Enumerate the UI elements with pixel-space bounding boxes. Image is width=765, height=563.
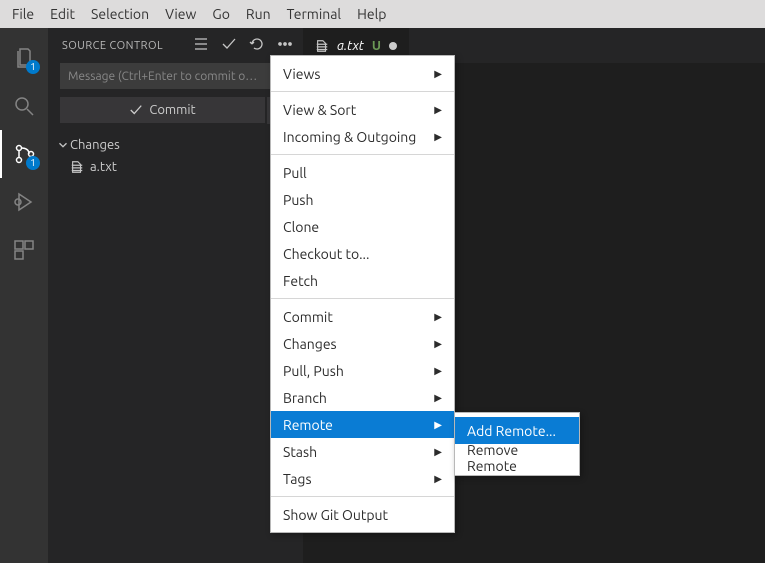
submenu-item-label: Add Remote... [467, 423, 556, 439]
menu-item-changes[interactable]: Changes ▶ [271, 330, 454, 357]
submenu-arrow-icon: ▶ [434, 104, 442, 116]
menu-item-label: Checkout to... [283, 246, 369, 262]
check-icon [129, 103, 143, 117]
submenu-arrow-icon: ▶ [434, 131, 442, 143]
sidebar: SOURCE CONTROL Commit [48, 28, 303, 563]
refresh-icon[interactable] [249, 36, 265, 55]
menu-item-label: Incoming & Outgoing [283, 129, 416, 145]
commit-message-input[interactable] [60, 63, 291, 89]
menu-item-label: Fetch [283, 273, 318, 289]
menu-item-incoming-outgoing[interactable]: Incoming & Outgoing ▶ [271, 123, 454, 150]
menu-item-show-git-output[interactable]: Show Git Output [271, 501, 454, 528]
activity-extensions[interactable] [0, 226, 48, 274]
tab-dirty-indicator [389, 42, 397, 50]
debug-icon [12, 190, 36, 214]
activity-bar: 1 1 [0, 28, 48, 563]
sidebar-header: SOURCE CONTROL [48, 28, 303, 63]
submenu-arrow-icon: ▶ [434, 446, 442, 458]
changes-tree: Changes a.txt [48, 132, 303, 180]
submenu-arrow-icon: ▶ [434, 68, 442, 80]
menu-view[interactable]: View [157, 3, 204, 25]
chevron-down-icon [56, 138, 70, 152]
menu-item-label: Pull [283, 165, 307, 181]
submenu-arrow-icon: ▶ [434, 311, 442, 323]
menu-go[interactable]: Go [204, 3, 237, 25]
submenu-arrow-icon: ▶ [434, 338, 442, 350]
menu-item-label: Changes [283, 336, 337, 352]
submenu-arrow-icon: ▶ [434, 419, 442, 431]
menu-file[interactable]: File [4, 3, 42, 25]
menu-item-view-sort[interactable]: View & Sort ▶ [271, 96, 454, 123]
menu-separator [271, 154, 454, 155]
submenu-arrow-icon: ▶ [434, 392, 442, 404]
menu-item-commit[interactable]: Commit ▶ [271, 303, 454, 330]
file-icon [70, 160, 84, 174]
menu-item-remote[interactable]: Remote ▶ [271, 411, 454, 438]
menu-selection[interactable]: Selection [83, 3, 157, 25]
submenu-arrow-icon: ▶ [434, 473, 442, 485]
menu-item-push[interactable]: Push [271, 186, 454, 213]
remote-submenu: Add Remote... Remove Remote [454, 412, 580, 476]
menu-run[interactable]: Run [238, 3, 279, 25]
extensions-icon [12, 238, 36, 262]
activity-explorer[interactable]: 1 [0, 34, 48, 82]
menu-item-stash[interactable]: Stash ▶ [271, 438, 454, 465]
view-as-tree-icon[interactable] [193, 36, 209, 55]
menu-item-pull[interactable]: Pull [271, 159, 454, 186]
menu-item-pull-push[interactable]: Pull, Push ▶ [271, 357, 454, 384]
activity-debug[interactable] [0, 178, 48, 226]
submenu-item-label: Remove Remote [467, 442, 567, 474]
menu-item-tags[interactable]: Tags ▶ [271, 465, 454, 492]
menu-item-label: Commit [283, 309, 333, 325]
commit-button[interactable]: Commit [60, 97, 265, 123]
commit-check-icon[interactable] [221, 36, 237, 55]
changes-section[interactable]: Changes [48, 134, 303, 156]
submenu-item-remove-remote[interactable]: Remove Remote [455, 444, 579, 471]
menu-item-checkout-to-[interactable]: Checkout to... [271, 240, 454, 267]
explorer-badge: 1 [26, 60, 40, 74]
menu-item-label: Remote [283, 417, 333, 433]
menu-item-label: Stash [283, 444, 317, 460]
tab-filename: a.txt [337, 39, 364, 53]
submenu-item-add-remote-[interactable]: Add Remote... [455, 417, 579, 444]
changed-file[interactable]: a.txt [48, 156, 303, 178]
menu-item-branch[interactable]: Branch ▶ [271, 384, 454, 411]
menu-item-label: View & Sort [283, 102, 356, 118]
more-actions-icon[interactable] [277, 36, 293, 55]
menu-item-label: Tags [283, 471, 312, 487]
scm-badge: 1 [26, 156, 40, 170]
menu-edit[interactable]: Edit [42, 3, 83, 25]
menu-item-label: Push [283, 192, 313, 208]
menu-separator [271, 496, 454, 497]
activity-source-control[interactable]: 1 [0, 130, 48, 178]
file-name: a.txt [90, 160, 117, 174]
file-icon [315, 39, 329, 53]
menu-item-label: Branch [283, 390, 327, 406]
activity-search[interactable] [0, 82, 48, 130]
tab-git-status: U [372, 39, 381, 53]
menu-item-label: Show Git Output [283, 507, 388, 523]
commit-button-label: Commit [149, 103, 195, 117]
search-icon [12, 94, 36, 118]
menu-item-label: Views [283, 66, 320, 82]
menu-separator [271, 298, 454, 299]
sidebar-title: SOURCE CONTROL [62, 40, 193, 52]
changes-label: Changes [70, 138, 120, 152]
menu-terminal[interactable]: Terminal [279, 3, 350, 25]
menu-item-fetch[interactable]: Fetch [271, 267, 454, 294]
menu-help[interactable]: Help [349, 3, 394, 25]
menu-separator [271, 91, 454, 92]
menu-item-label: Pull, Push [283, 363, 344, 379]
menubar: File Edit Selection View Go Run Terminal… [0, 0, 765, 28]
submenu-arrow-icon: ▶ [434, 365, 442, 377]
menu-item-label: Clone [283, 219, 319, 235]
menu-item-clone[interactable]: Clone [271, 213, 454, 240]
scm-context-menu: Views▶View & Sort▶Incoming & Outgoing▶Pu… [270, 55, 455, 533]
menu-item-views[interactable]: Views ▶ [271, 60, 454, 87]
